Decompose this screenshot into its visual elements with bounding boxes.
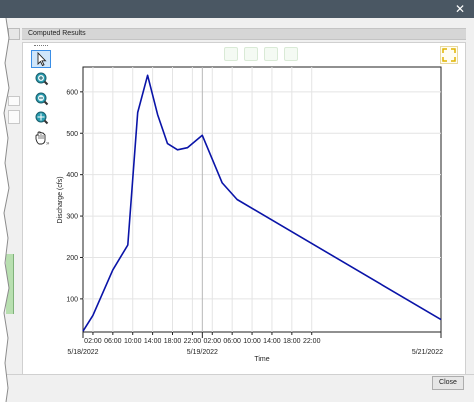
x-axis-label: Time (254, 356, 269, 363)
x-tick-label: 02:00 (204, 338, 222, 345)
close-button[interactable]: Close (432, 376, 464, 390)
x-tick-label: 18:00 (283, 338, 301, 345)
y-tick-label: 100 (66, 296, 78, 303)
x-tick-label: 14:00 (263, 338, 281, 345)
x-tick-label: 10:00 (243, 338, 261, 345)
x-tick-label: 22:00 (303, 338, 321, 345)
x-date-label: 5/18/2022 (67, 349, 98, 356)
x-tick-label: 22:00 (184, 338, 202, 345)
x-tick-label: 18:00 (164, 338, 182, 345)
y-axis-label: Discharge (cfs) (57, 176, 64, 223)
torn-edge-decoration (0, 18, 10, 402)
x-date-label: 5/21/2022 (412, 349, 443, 356)
x-tick-label: 14:00 (144, 338, 162, 345)
plot-area[interactable] (82, 66, 442, 333)
x-tick-label: 06:00 (223, 338, 241, 345)
x-tick-label: 02:00 (84, 338, 102, 345)
y-tick-label: 200 (66, 255, 78, 262)
y-tick-label: 600 (66, 89, 78, 96)
y-tick-label: 400 (66, 172, 78, 179)
x-tick-label: 10:00 (124, 338, 142, 345)
x-axis: 02:00 06:00 10:00 14:00 18:00 22:00 02:00 06:00… (67, 332, 443, 356)
y-tick-label: 300 (66, 214, 78, 221)
y-tick-label: 500 (66, 131, 78, 138)
x-tick-label: 06:00 (104, 338, 122, 345)
y-axis: 100 200 300 400 500 600 (66, 89, 83, 303)
x-date-label: 5/19/2022 (187, 349, 218, 356)
discharge-chart: 100200300400500600 02:00 06:00 10:00 14:00 1… (57, 66, 443, 363)
dialog-footer (0, 374, 474, 402)
